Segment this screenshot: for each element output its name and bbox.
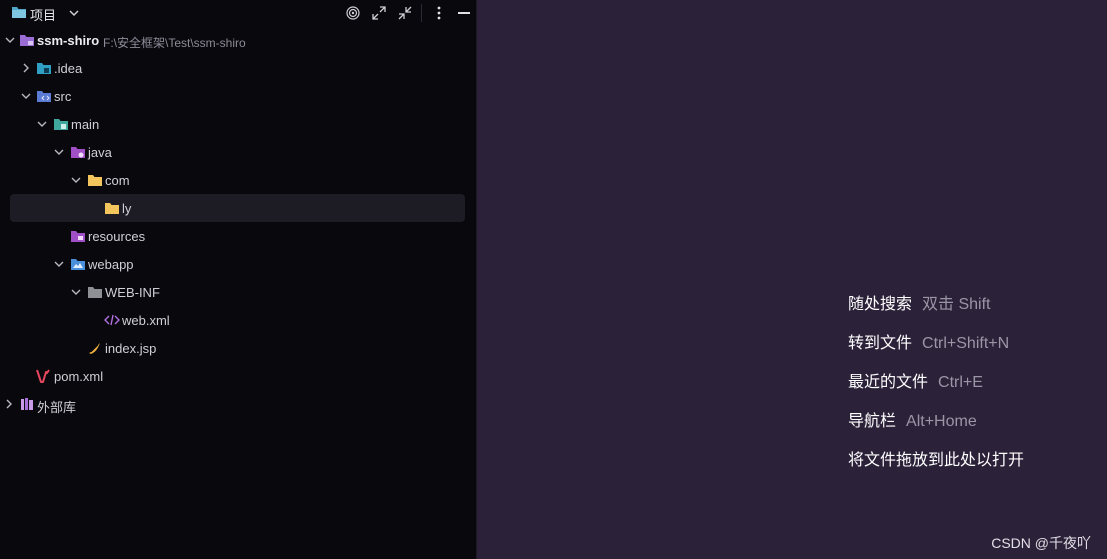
tree-item-webapp[interactable]: webapp: [0, 250, 477, 278]
package-folder-icon: [87, 172, 103, 188]
jsp-file-icon: [87, 340, 103, 356]
hint-recent-files: 最近的文件 Ctrl+E: [848, 368, 983, 392]
hint-drop-files: 将文件拖放到此处以打开: [848, 446, 1024, 470]
tree-item-label: index.jsp: [105, 341, 157, 356]
tree-item-label: com: [105, 173, 130, 188]
project-path: F:\安全框架\Test\ssm-shiro: [103, 36, 246, 50]
chevron-down-icon[interactable]: [70, 286, 82, 298]
xml-file-icon: [104, 312, 120, 328]
tree-item-ly[interactable]: ly: [0, 194, 477, 222]
tree-item-label: WEB-INF: [105, 285, 160, 300]
hint-label: 将文件拖放到此处以打开: [848, 452, 1025, 469]
tree-item-idea[interactable]: .idea: [0, 54, 477, 82]
chevron-down-icon[interactable]: [36, 118, 48, 130]
web-folder-icon: [70, 256, 86, 272]
idea-folder-icon: [36, 60, 52, 76]
tree-item-main[interactable]: main: [0, 110, 477, 138]
chevron-down-icon[interactable]: [70, 174, 82, 186]
tree-item-com[interactable]: com: [0, 166, 477, 194]
module-folder-icon: [19, 32, 35, 48]
tree-item-external-libraries[interactable]: 外部库: [0, 390, 477, 418]
project-panel-title[interactable]: 项目: [30, 5, 56, 24]
hint-label: 导航栏: [848, 413, 897, 430]
hint-goto-file: 转到文件 Ctrl+Shift+N: [848, 329, 1009, 353]
csdn-watermark: CSDN @千夜吖: [991, 535, 1091, 551]
java-source-folder-icon: [70, 144, 86, 160]
folder-icon: [87, 284, 103, 300]
tree-item-label: 外部库: [37, 400, 77, 415]
project-panel-header: 项目: [0, 0, 477, 26]
hint-search-everywhere: 随处搜索 双击 Shift: [848, 290, 990, 314]
tree-item-index-jsp[interactable]: index.jsp: [0, 334, 477, 362]
chevron-down-icon[interactable]: [53, 146, 65, 158]
tree-item-label: src: [54, 89, 72, 104]
tree-item-label: web.xml: [122, 313, 170, 328]
tree-item-web-inf[interactable]: WEB-INF: [0, 278, 477, 306]
tree-item-label: resources: [88, 229, 146, 244]
source-folder-icon: [36, 88, 52, 104]
hint-shortcut: Ctrl+Shift+N: [922, 335, 1010, 352]
library-icon: [19, 396, 35, 412]
hint-label: 转到文件: [848, 335, 913, 352]
chevron-down-icon[interactable]: [68, 6, 80, 24]
collapse-all-icon[interactable]: [396, 4, 414, 22]
package-folder-icon: [104, 200, 120, 216]
hint-shortcut: Ctrl+E: [938, 374, 983, 391]
tree-item-resources[interactable]: resources: [0, 222, 477, 250]
tree-item-web-xml[interactable]: web.xml: [0, 306, 477, 334]
header-divider: [421, 4, 422, 22]
chevron-down-icon[interactable]: [53, 258, 65, 270]
minimize-icon[interactable]: [455, 4, 473, 22]
chevron-down-icon[interactable]: [20, 90, 32, 102]
tree-item-label: pom.xml: [54, 369, 104, 384]
hint-shortcut: 双击 Shift: [922, 296, 991, 313]
hint-label: 随处搜索: [848, 296, 913, 313]
tree-item-label: java: [88, 145, 112, 160]
tree-item-ssm-shiro[interactable]: ssm-shiro F:\安全框架\Test\ssm-shiro: [0, 26, 477, 54]
more-options-icon[interactable]: [430, 4, 448, 22]
expand-all-icon[interactable]: [370, 4, 388, 22]
maven-icon: [36, 368, 52, 384]
tree-item-label: ssm-shiro: [37, 33, 100, 48]
tree-item-src[interactable]: src: [0, 82, 477, 110]
tree-item-pom-xml[interactable]: pom.xml: [0, 362, 477, 390]
tree-item-label: main: [71, 117, 100, 132]
tree-item-label: .idea: [54, 61, 83, 76]
resources-folder-icon: [70, 228, 86, 244]
hint-shortcut: Alt+Home: [906, 413, 977, 430]
chevron-right-icon[interactable]: [3, 398, 15, 410]
project-folder-icon: [11, 5, 27, 24]
hint-navigation-bar: 导航栏 Alt+Home: [848, 407, 977, 431]
tree-item-label: ly: [122, 201, 132, 216]
hint-label: 最近的文件: [848, 374, 929, 391]
chevron-right-icon[interactable]: [20, 62, 32, 74]
folder-icon: [53, 116, 69, 132]
locate-target-icon[interactable]: [344, 4, 362, 22]
chevron-down-icon[interactable]: [4, 34, 16, 46]
tree-item-label: webapp: [88, 257, 134, 272]
tree-item-java[interactable]: java: [0, 138, 477, 166]
project-tool-window: 项目 ssm-shiro F:\安全框架\Test\ssm-shiro .ide…: [0, 0, 477, 559]
